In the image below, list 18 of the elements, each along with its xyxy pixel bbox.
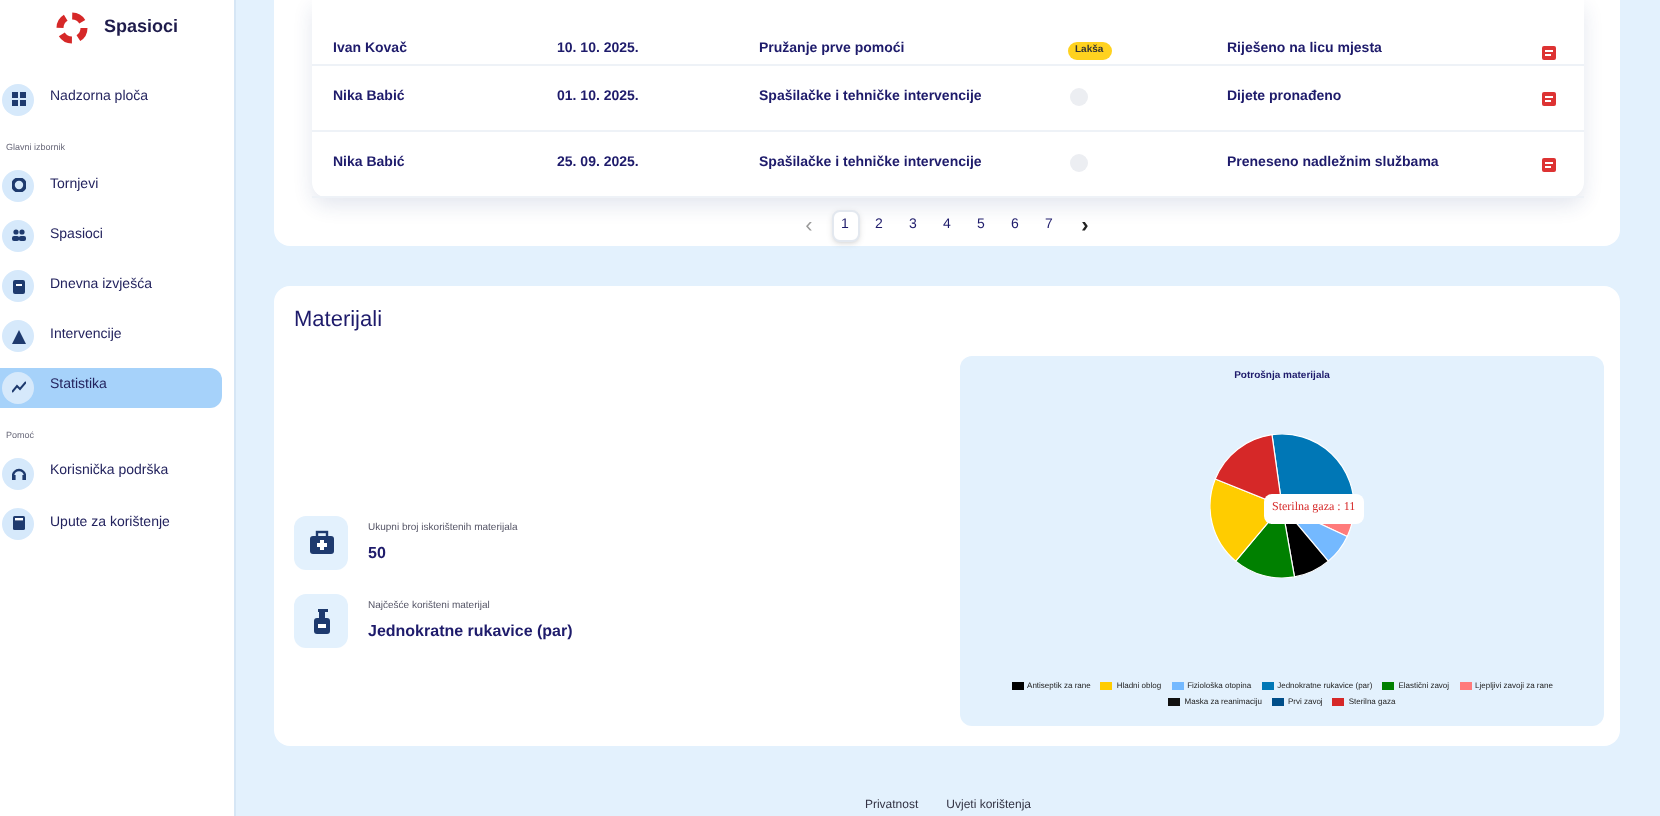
document-icon bbox=[1541, 157, 1555, 171]
first-aid-kit-icon bbox=[307, 529, 335, 558]
headset-icon bbox=[11, 466, 25, 481]
ring-icon bbox=[11, 178, 25, 193]
document-icon bbox=[11, 279, 25, 294]
section-title: Materijali bbox=[294, 308, 383, 332]
people-icon bbox=[11, 228, 25, 243]
lifebuoy-logo-icon bbox=[56, 11, 88, 43]
document-icon bbox=[1541, 46, 1555, 60]
next-page-button[interactable]: › bbox=[1069, 210, 1101, 242]
brand-name: Spasioci bbox=[104, 13, 179, 40]
stat-value: 50 bbox=[368, 541, 388, 565]
book-icon bbox=[11, 516, 25, 531]
warning-icon bbox=[11, 329, 25, 344]
grid-icon bbox=[11, 92, 25, 107]
document-icon bbox=[1541, 91, 1555, 105]
stat-value: Jednokratne rukavice (par) bbox=[368, 619, 573, 643]
trend-icon bbox=[11, 380, 25, 395]
